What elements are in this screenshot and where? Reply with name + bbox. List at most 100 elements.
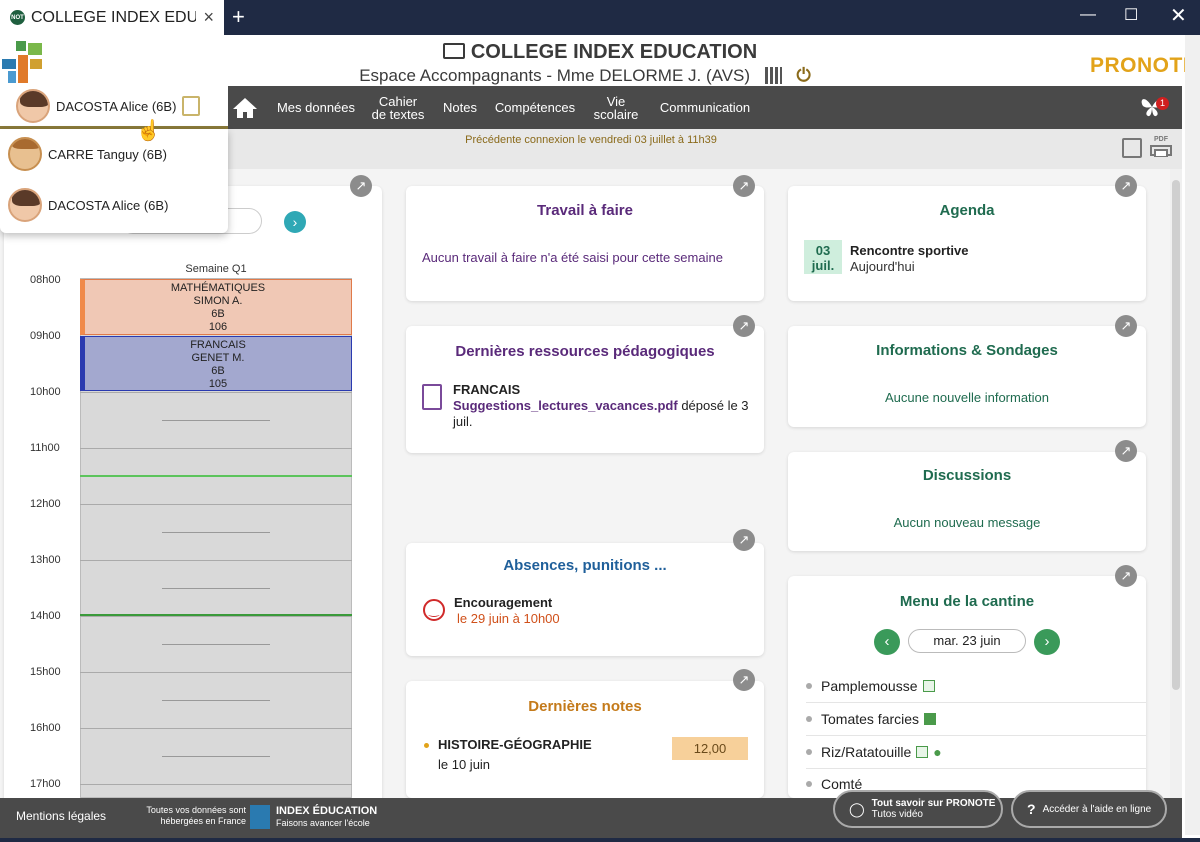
pdf-file-icon — [422, 384, 442, 410]
agenda-day: 03 — [815, 243, 831, 258]
brand-name: INDEX ÉDUCATION — [276, 805, 378, 817]
half-hour-line — [162, 700, 270, 701]
ressources-title: Dernières ressources pédagogiques — [455, 343, 715, 360]
agenda-date-badge: 03 juil. — [804, 240, 842, 274]
next-week-button[interactable]: › — [284, 211, 306, 233]
time-marker — [80, 614, 352, 616]
local-pin-icon: ● — [933, 744, 942, 760]
print-icon[interactable]: PDF — [1150, 136, 1172, 158]
notification-badge: 1 — [1156, 97, 1169, 110]
agenda-title: Agenda — [939, 202, 995, 219]
course-room: 105 — [208, 378, 228, 390]
new-tab-button[interactable]: + — [232, 4, 245, 30]
close-tab-icon[interactable]: × — [203, 7, 214, 28]
hour-label: 14h00 — [30, 610, 61, 622]
note-grade[interactable]: 12,00 — [672, 737, 748, 760]
printer-icon — [1150, 145, 1172, 158]
space-label: Espace Accompagnants - Mme DELORME J. (A… — [359, 66, 751, 85]
hour-label: 17h00 — [30, 778, 61, 790]
save-icon[interactable] — [1122, 138, 1142, 158]
cantine-date-selector[interactable]: mar. 23 juin — [908, 629, 1026, 653]
half-hour-line — [162, 644, 270, 645]
course-class: 6B — [211, 308, 225, 320]
dropdown-item-dacosta[interactable]: DACOSTA Alice (6B) — [8, 188, 168, 222]
nav-competences[interactable]: Compétences — [488, 86, 582, 129]
logout-icon[interactable]: ⏻ — [797, 65, 811, 86]
student-card-icon[interactable] — [182, 96, 201, 116]
nav-label: Mes données — [276, 100, 356, 115]
nav-label: Vie scolaire — [593, 93, 639, 122]
minimize-icon[interactable]: — — [1080, 6, 1096, 24]
window-bottom-edge — [0, 838, 1200, 842]
course-block[interactable]: FRANCAIS GENET M. 6B 105 — [80, 336, 352, 391]
nav-label: Compétences — [494, 100, 576, 115]
tutos-sub: Tutos vidéo — [871, 809, 923, 820]
id-card-icon — [442, 43, 465, 59]
absence-date: le 29 juin à 10h00 — [457, 611, 560, 626]
agenda-panel: Agenda 03 juil. Rencontre sportive Aujou… — [788, 186, 1146, 301]
space-subtitle: Espace Accompagnants - Mme DELORME J. (A… — [0, 65, 1170, 86]
infos-title: Informations & Sondages — [876, 342, 1058, 359]
scrollbar-thumb[interactable] — [1172, 180, 1180, 690]
agenda-month: juil. — [811, 258, 835, 273]
student-selector[interactable]: DACOSTA Alice (6B) — [0, 86, 228, 129]
nav-cahier-de-textes[interactable]: Cahier de textes — [364, 86, 432, 129]
hour-line — [80, 560, 352, 561]
expand-discussions-icon[interactable]: ↗ — [1115, 440, 1137, 462]
student-option-label: CARRE Tanguy (6B) — [48, 146, 167, 162]
expand-timetable-icon[interactable]: ↗ — [350, 175, 372, 197]
hour-line — [80, 672, 352, 673]
nav-vie-scolaire[interactable]: Vie scolaire — [588, 86, 644, 129]
maximize-icon[interactable]: ☐ — [1124, 5, 1138, 25]
travail-text: Aucun travail à faire n'a été saisi pour… — [422, 250, 723, 265]
travail-title: Travail à faire — [537, 202, 633, 219]
pronote-logo: PRONOTE — [1090, 54, 1198, 77]
hour-label: 13h00 — [30, 554, 61, 566]
expand-ressources-icon[interactable]: ↗ — [733, 315, 755, 337]
expand-cantine-icon[interactable]: ↗ — [1115, 565, 1137, 587]
close-window-icon[interactable]: ✕ — [1170, 3, 1187, 28]
home-icon[interactable] — [228, 86, 262, 129]
absences-panel: Absences, punitions ... ‿ Encouragement … — [406, 543, 764, 656]
organic-label-icon — [922, 680, 935, 692]
discussions-title: Discussions — [922, 467, 1012, 484]
week-label: Semaine Q1 — [185, 263, 247, 275]
hour-label: 16h00 — [30, 722, 61, 734]
half-hour-line — [162, 532, 270, 533]
hour-line — [80, 616, 352, 617]
menu-item: Riz/Ratatouille ● — [806, 736, 1146, 769]
browser-tab[interactable]: NOT COLLEGE INDEX EDUCATION × — [0, 0, 224, 35]
help-button[interactable]: ? Accéder à l'aide en ligne — [1011, 790, 1167, 828]
nav-communication[interactable]: Communication — [650, 86, 760, 129]
ressource-file-link[interactable]: Suggestions_lectures_vacances.pdf — [453, 398, 678, 413]
bullet-icon — [424, 743, 429, 748]
hour-label: 11h00 — [30, 442, 60, 454]
tutos-button[interactable]: ◯ Tout savoir sur PRONOTE Tutos vidéo — [833, 790, 1003, 828]
menu-item: Tomates farcies — [806, 703, 1146, 736]
nav-label: Notes — [443, 100, 477, 115]
next-day-button[interactable]: › — [1034, 629, 1060, 655]
qr-code-icon[interactable] — [764, 67, 782, 84]
expand-agenda-icon[interactable]: ↗ — [1115, 175, 1137, 197]
hour-line — [80, 448, 352, 449]
pdf-label: PDF — [1154, 136, 1168, 143]
expand-notes-icon[interactable]: ↗ — [733, 669, 755, 691]
note-subject: HISTOIRE-GÉOGRAPHIE — [438, 737, 592, 752]
nav-notes[interactable]: Notes — [436, 86, 484, 129]
prev-day-button[interactable]: ‹ — [874, 629, 900, 655]
agenda-event[interactable]: Rencontre sportive — [850, 243, 968, 259]
expand-absences-icon[interactable]: ↗ — [733, 529, 755, 551]
index-education-logo-icon — [250, 805, 270, 829]
lightbulb-icon: ◯ — [849, 800, 865, 817]
expand-travail-icon[interactable]: ↗ — [733, 175, 755, 197]
help-label: Accéder à l'aide en ligne — [1042, 803, 1152, 815]
legal-link[interactable]: Mentions légales — [16, 809, 106, 823]
hour-line — [80, 392, 352, 393]
course-block[interactable]: MATHÉMATIQUES SIMON A. 6B 106 — [80, 279, 352, 335]
expand-infos-icon[interactable]: ↗ — [1115, 315, 1137, 337]
absence-label: Encouragement — [454, 595, 553, 610]
brand-slogan: Faisons avancer l'école — [276, 818, 370, 828]
nav-mes-donnees[interactable]: Mes données — [270, 86, 362, 129]
window-scrollbar[interactable] — [1185, 35, 1200, 835]
school-title: COLLEGE INDEX EDUCATION — [0, 41, 1200, 64]
